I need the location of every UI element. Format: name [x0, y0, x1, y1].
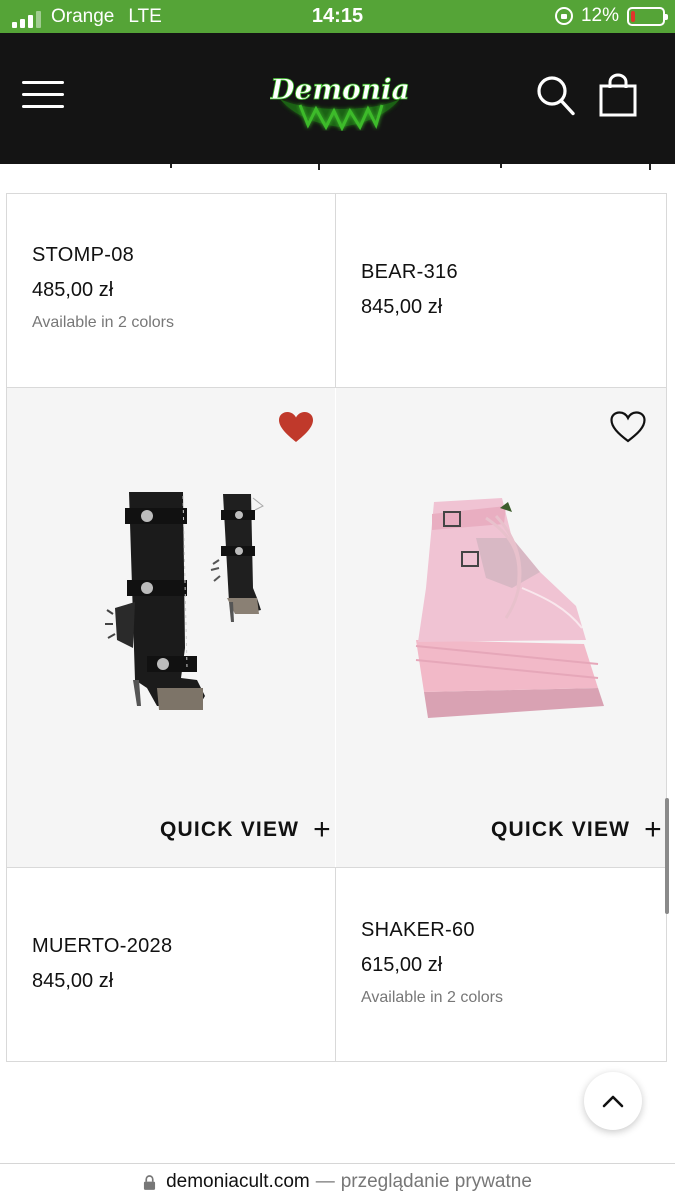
- browser-address-bar[interactable]: demoniacult.com — przeglądanie prywatne: [0, 1163, 675, 1200]
- grid-divider: [666, 193, 667, 1062]
- battery-icon: [627, 6, 668, 26]
- previous-row-sliver: [0, 164, 675, 194]
- product-name[interactable]: STOMP-08: [32, 244, 134, 267]
- rotation-lock-icon: [554, 7, 573, 25]
- site-header: Demonia: [0, 33, 675, 164]
- product-name[interactable]: MUERTO-2028: [32, 935, 172, 958]
- plus-icon: +: [644, 813, 663, 846]
- grid-divider: [6, 1061, 667, 1062]
- product-card-bear-316[interactable]: BEAR-316 845,00 zł: [336, 194, 666, 387]
- product-colors-note: Available in 2 colors: [32, 314, 175, 331]
- chevron-up-icon: [602, 1095, 624, 1108]
- menu-button[interactable]: [22, 79, 66, 111]
- product-price: 845,00 zł: [361, 296, 443, 318]
- product-name[interactable]: SHAKER-60: [361, 919, 475, 942]
- scrollbar-thumb[interactable]: [665, 798, 669, 914]
- brand-logo-text: Demonia: [270, 73, 410, 106]
- product-image-card-muerto-2028[interactable]: QUICK VIEW +: [7, 388, 335, 867]
- search-icon[interactable]: [536, 75, 576, 117]
- quick-view-button[interactable]: QUICK VIEW +: [160, 813, 332, 846]
- quick-view-label: QUICK VIEW: [160, 818, 300, 841]
- product-price: 615,00 zł: [361, 954, 443, 976]
- hamburger-icon: [22, 81, 64, 84]
- product-colors-note: Available in 2 colors: [361, 989, 504, 1006]
- product-image-card-shaker-60[interactable]: QUICK VIEW +: [336, 388, 666, 867]
- product-price: 845,00 zł: [32, 970, 114, 992]
- product-card-stomp-08[interactable]: STOMP-08 485,00 zł Available in 2 colors: [7, 194, 335, 387]
- product-card-muerto-2028[interactable]: MUERTO-2028 845,00 zł: [7, 868, 335, 1061]
- battery-fill: [631, 10, 635, 22]
- product-name[interactable]: BEAR-316: [361, 261, 458, 284]
- product-price: 485,00 zł: [32, 279, 114, 301]
- shopping-bag-icon[interactable]: [598, 73, 638, 117]
- lock-icon: [144, 1174, 156, 1190]
- brand-logo[interactable]: Demonia: [270, 65, 410, 131]
- back-to-top-button[interactable]: [584, 1072, 642, 1130]
- quick-view-button[interactable]: QUICK VIEW +: [491, 813, 663, 846]
- status-right: 12%: [554, 5, 668, 27]
- private-browsing-label: przeglądanie prywatne: [340, 1171, 532, 1192]
- product-card-shaker-60[interactable]: SHAKER-60 615,00 zł Available in 2 color…: [336, 868, 666, 1061]
- address-separator: —: [315, 1171, 335, 1192]
- address-domain: demoniacult.com: [166, 1171, 310, 1192]
- black-knee-high-boot-image: [105, 492, 264, 710]
- battery-percent: 12%: [580, 5, 619, 26]
- status-bar: Orange LTE 14:15 12%: [0, 0, 675, 33]
- plus-icon: +: [313, 813, 332, 846]
- pink-wedge-boot-image: [415, 498, 604, 718]
- quick-view-label: QUICK VIEW: [491, 818, 631, 841]
